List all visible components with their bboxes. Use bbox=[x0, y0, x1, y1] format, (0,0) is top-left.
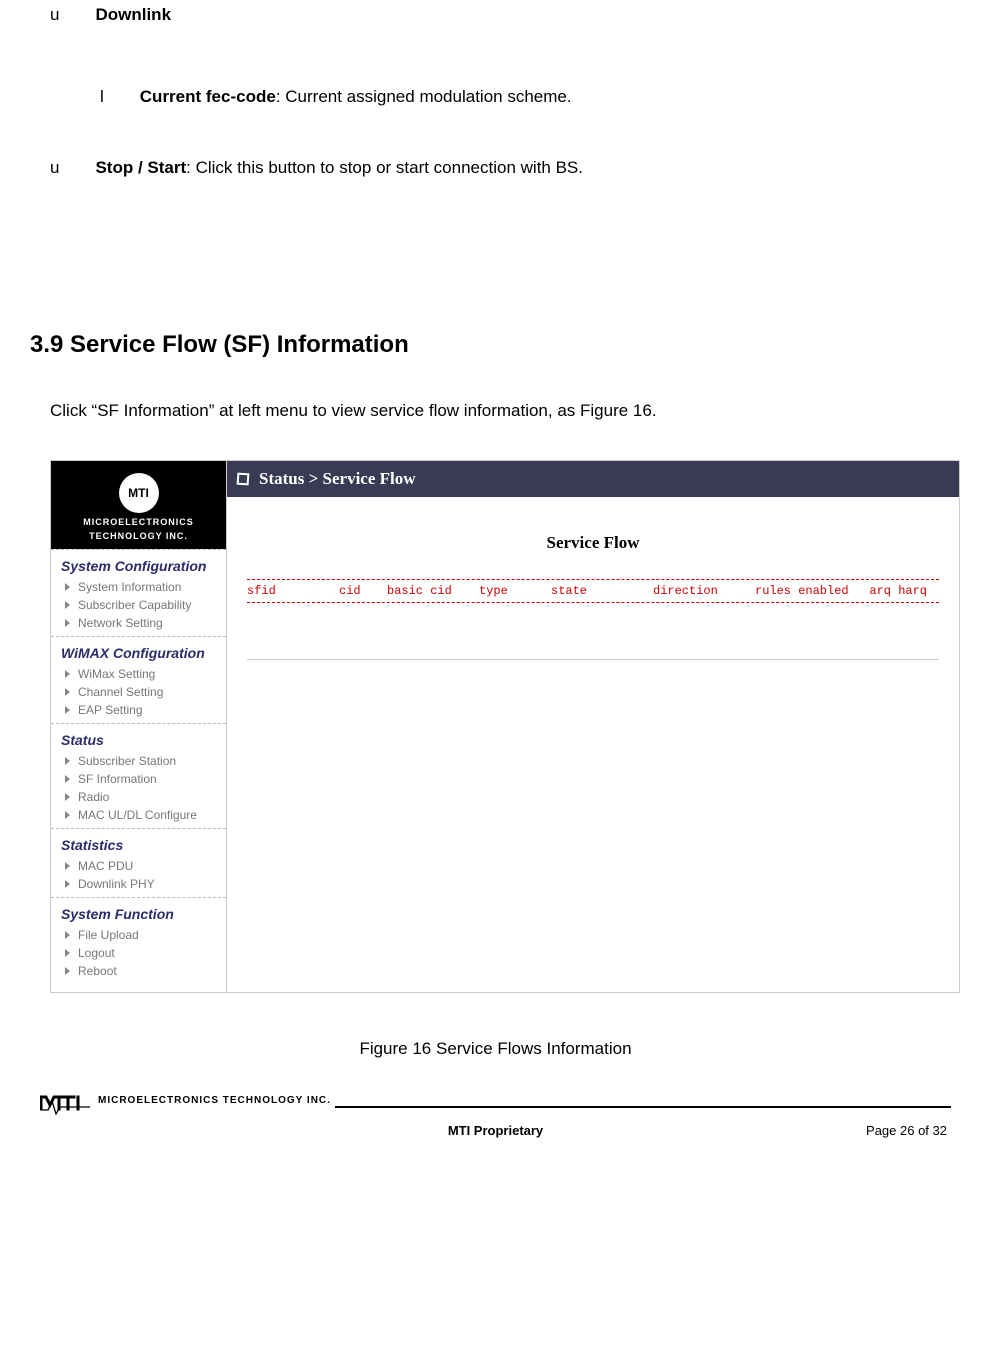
breadcrumb-bar: Status > Service Flow bbox=[227, 461, 959, 497]
nav-item-subscriber-capability[interactable]: Subscriber Capability bbox=[61, 596, 216, 614]
nav-item-eap-setting[interactable]: EAP Setting bbox=[61, 701, 216, 719]
square-icon bbox=[237, 472, 250, 485]
nav-item-wimax-setting[interactable]: WiMax Setting bbox=[61, 665, 216, 683]
nav-item-label: File Upload bbox=[78, 928, 139, 942]
nav-section-status: Status Subscriber Station SF Information… bbox=[51, 723, 226, 828]
chevron-right-icon bbox=[65, 862, 70, 870]
chevron-right-icon bbox=[65, 583, 70, 591]
list-item-bold: Stop / Start bbox=[95, 158, 186, 177]
col-basic-cid: basic cid bbox=[387, 584, 467, 598]
nav-item-channel-setting[interactable]: Channel Setting bbox=[61, 683, 216, 701]
nav-item-sf-information[interactable]: SF Information bbox=[61, 770, 216, 788]
nav-section-wimax-config: WiMAX Configuration WiMax Setting Channe… bbox=[51, 636, 226, 723]
nav-heading: Status bbox=[61, 732, 216, 748]
col-direction: direction bbox=[653, 584, 743, 598]
col-type: type bbox=[479, 584, 539, 598]
nav-section-system-function: System Function File Upload Logout Reboo… bbox=[51, 897, 226, 984]
chevron-right-icon bbox=[65, 619, 70, 627]
nav-item-label: Subscriber Station bbox=[78, 754, 176, 768]
nav-item-subscriber-station[interactable]: Subscriber Station bbox=[61, 752, 216, 770]
list-item-bold: Current fec-code bbox=[140, 87, 276, 106]
mti-logo-icon bbox=[40, 1087, 92, 1115]
section-paragraph: Click “SF Information” at left menu to v… bbox=[50, 397, 961, 424]
chevron-right-icon bbox=[65, 670, 70, 678]
panel-title: Service Flow bbox=[247, 533, 939, 553]
col-state: state bbox=[551, 584, 641, 598]
nav-item-downlink-phy[interactable]: Downlink PHY bbox=[61, 875, 216, 893]
content-panel: Status > Service Flow Service Flow sfid … bbox=[227, 461, 959, 992]
nav-item-label: Subscriber Capability bbox=[78, 598, 191, 612]
chevron-right-icon bbox=[65, 757, 70, 765]
chevron-right-icon bbox=[65, 949, 70, 957]
nav-heading: WiMAX Configuration bbox=[61, 645, 216, 661]
footer-logo-text: MICROELECTRONICS TECHNOLOGY INC. bbox=[98, 1095, 331, 1106]
nav-section-system-config: System Configuration System Information … bbox=[51, 549, 226, 636]
nav-item-mac-pdu[interactable]: MAC PDU bbox=[61, 857, 216, 875]
figure-caption: Figure 16 Service Flows Information bbox=[30, 1039, 961, 1059]
chevron-right-icon bbox=[65, 706, 70, 714]
footer-rule bbox=[335, 1106, 951, 1108]
chevron-right-icon bbox=[65, 793, 70, 801]
nav-item-mac-uldl-config[interactable]: MAC UL/DL Configure bbox=[61, 806, 216, 824]
nav-item-reboot[interactable]: Reboot bbox=[61, 962, 216, 980]
chevron-right-icon bbox=[65, 811, 70, 819]
nav-item-logout[interactable]: Logout bbox=[61, 944, 216, 962]
nav-heading: Statistics bbox=[61, 837, 216, 853]
nav-item-label: Radio bbox=[78, 790, 109, 804]
sidebar: MTI MICROELECTRONICS TECHNOLOGY INC. Sys… bbox=[51, 461, 227, 992]
chevron-right-icon bbox=[65, 775, 70, 783]
nav-item-label: Logout bbox=[78, 946, 115, 960]
nav-item-radio[interactable]: Radio bbox=[61, 788, 216, 806]
nav-item-label: Network Setting bbox=[78, 616, 163, 630]
page-footer: MICROELECTRONICS TECHNOLOGY INC. MTI Pro… bbox=[30, 1087, 961, 1138]
nav-item-file-upload[interactable]: File Upload bbox=[61, 926, 216, 944]
logo-block: MTI MICROELECTRONICS TECHNOLOGY INC. bbox=[51, 461, 226, 549]
logo-subtext: TECHNOLOGY INC. bbox=[59, 531, 218, 541]
nav-item-label: WiMax Setting bbox=[78, 667, 155, 681]
col-arq-harq: arq harq bbox=[867, 584, 927, 598]
divider bbox=[247, 602, 939, 603]
embedded-screenshot: MTI MICROELECTRONICS TECHNOLOGY INC. Sys… bbox=[50, 460, 960, 993]
bullet-mark: l bbox=[100, 84, 104, 110]
chevron-right-icon bbox=[65, 688, 70, 696]
nav-heading: System Configuration bbox=[61, 558, 216, 574]
section-heading: 3.9 Service Flow (SF) Information bbox=[30, 331, 961, 359]
col-rules-enabled: rules enabled bbox=[755, 584, 855, 598]
col-sfid: sfid bbox=[247, 584, 327, 598]
nav-item-label: Downlink PHY bbox=[78, 877, 155, 891]
nav-item-label: System Information bbox=[78, 580, 181, 594]
list-item-bold: Downlink bbox=[95, 5, 171, 24]
nav-heading: System Function bbox=[61, 906, 216, 922]
nav-item-label: MAC PDU bbox=[78, 859, 133, 873]
list-item-feccode: l Current fec-code: Current assigned mod… bbox=[100, 84, 961, 110]
logo-badge: MTI bbox=[119, 473, 159, 513]
chevron-right-icon bbox=[65, 880, 70, 888]
chevron-right-icon bbox=[65, 601, 70, 609]
footer-logo: MICROELECTRONICS TECHNOLOGY INC. bbox=[40, 1087, 331, 1115]
nav-item-label: EAP Setting bbox=[78, 703, 143, 717]
bullet-mark: u bbox=[50, 155, 59, 181]
chevron-right-icon bbox=[65, 967, 70, 975]
breadcrumb-text: Status > Service Flow bbox=[259, 469, 416, 489]
nav-item-label: Reboot bbox=[78, 964, 117, 978]
list-item-rest: : Current assigned modulation scheme. bbox=[276, 87, 572, 106]
chevron-right-icon bbox=[65, 931, 70, 939]
nav-section-statistics: Statistics MAC PDU Downlink PHY bbox=[51, 828, 226, 897]
col-cid: cid bbox=[339, 584, 375, 598]
footer-center-text: MTI Proprietary bbox=[184, 1123, 807, 1138]
sf-table-header: sfid cid basic cid type state direction … bbox=[247, 580, 939, 602]
logo-subtext: MICROELECTRONICS bbox=[59, 517, 218, 527]
bullet-mark: u bbox=[50, 2, 59, 28]
nav-item-network-setting[interactable]: Network Setting bbox=[61, 614, 216, 632]
nav-item-system-information[interactable]: System Information bbox=[61, 578, 216, 596]
list-item-rest: : Click this button to stop or start con… bbox=[186, 158, 583, 177]
list-item-stopstart: u Stop / Start: Click this button to sto… bbox=[50, 155, 961, 181]
nav-item-label: MAC UL/DL Configure bbox=[78, 808, 197, 822]
nav-item-label: SF Information bbox=[78, 772, 157, 786]
nav-item-label: Channel Setting bbox=[78, 685, 163, 699]
footer-page-number: Page 26 of 32 bbox=[807, 1123, 947, 1138]
list-item-downlink: u Downlink bbox=[50, 2, 961, 28]
